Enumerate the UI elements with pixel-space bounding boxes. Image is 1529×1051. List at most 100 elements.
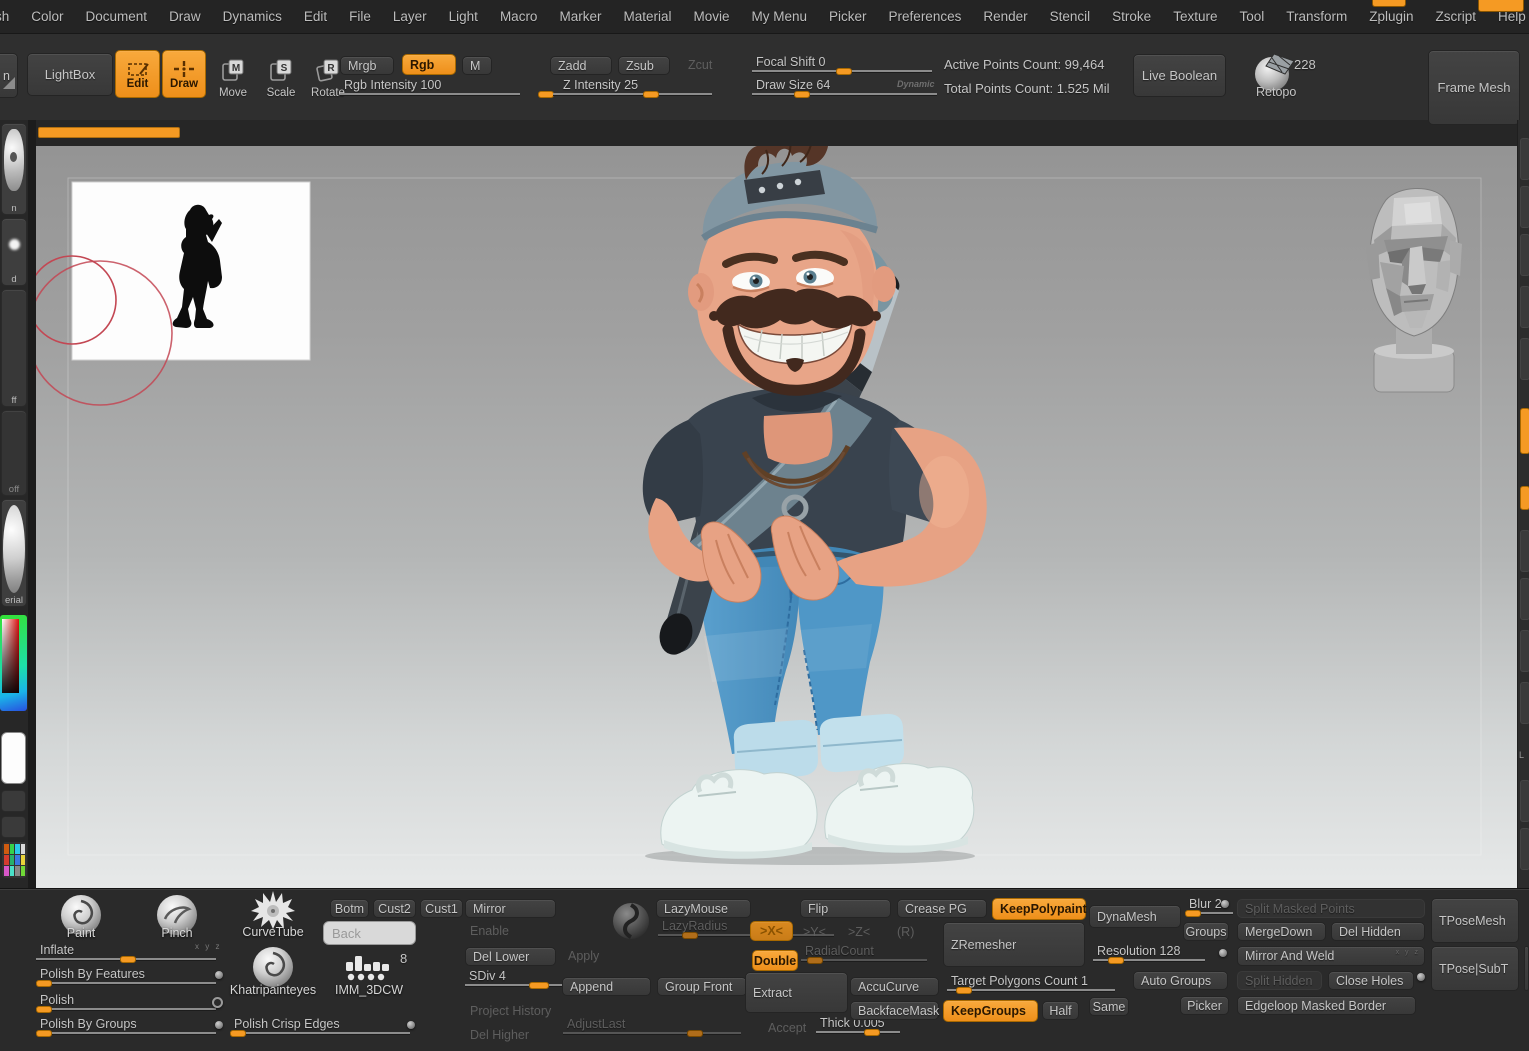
mergedown-button[interactable]: MergeDown (1237, 922, 1326, 941)
keepgroups-button[interactable]: KeepGroups (943, 1000, 1038, 1022)
apply-label[interactable]: Apply (568, 949, 599, 963)
append-button[interactable]: Append (562, 977, 651, 996)
cust1-button[interactable]: Cust1 (420, 899, 463, 918)
color-picker[interactable] (0, 615, 27, 711)
menu-item-transform[interactable]: Transform (1275, 0, 1358, 33)
right-tray-button[interactable] (1520, 828, 1529, 870)
frame-mesh-button[interactable]: Frame Mesh (1428, 50, 1520, 125)
scale-button[interactable]: S Scale (261, 58, 301, 99)
lightbox-button[interactable]: LightBox (27, 53, 113, 96)
blur-mode-dot[interactable] (1221, 900, 1229, 908)
lazymouse-button[interactable]: LazyMouse (656, 899, 751, 918)
polish-by-groups-slider[interactable]: Polish By Groups (36, 1017, 216, 1037)
slider-handle[interactable] (956, 987, 972, 994)
left-tray-button-1[interactable] (1, 790, 26, 812)
back-field[interactable]: Back (323, 921, 416, 945)
move-button[interactable]: M Move (213, 58, 253, 99)
close-holes-button[interactable]: Close Holes (1328, 971, 1414, 990)
left-tray-button-2[interactable] (1, 816, 26, 838)
menu-item-movie[interactable]: Movie (682, 0, 740, 33)
del-lower-button[interactable]: Del Lower (465, 947, 556, 966)
slider-handle[interactable] (1185, 910, 1201, 917)
menu-item-macro[interactable]: Macro (489, 0, 549, 33)
rgb-button[interactable]: Rgb (402, 54, 456, 75)
half-button[interactable]: Half (1042, 1001, 1079, 1020)
zsub-button[interactable]: Zsub (618, 56, 670, 75)
right-tray-active-button[interactable] (1520, 408, 1529, 454)
accept-button[interactable]: Accept (768, 1021, 806, 1035)
keeppolypaint-button[interactable]: KeepPolypaint (992, 898, 1086, 920)
menu-item-render[interactable]: Render (972, 0, 1038, 33)
alpha-selector[interactable]: ff (1, 289, 27, 407)
same-button[interactable]: Same (1089, 997, 1129, 1016)
enable-label[interactable]: Enable (470, 924, 509, 938)
y-symmetry-button[interactable]: >Y< (803, 925, 826, 939)
slider-handle[interactable] (836, 68, 852, 75)
menu-item-stroke[interactable]: Stroke (1101, 0, 1162, 33)
picker-button[interactable]: Picker (1180, 996, 1229, 1015)
del-higher-label[interactable]: Del Higher (470, 1028, 529, 1042)
menu-item-layer[interactable]: Layer (382, 0, 438, 33)
right-tray-button[interactable] (1520, 186, 1529, 228)
slider-handle[interactable] (864, 1029, 880, 1036)
split-masked-points-button[interactable]: Split Masked Points (1237, 899, 1425, 918)
right-tray-button[interactable] (1520, 234, 1529, 276)
edgeloop-masked-border-button[interactable]: Edgeloop Masked Border (1237, 996, 1416, 1015)
slider-handle[interactable] (687, 1030, 703, 1037)
groups-button[interactable]: Groups (1183, 922, 1229, 941)
right-tray-button[interactable] (1520, 780, 1529, 822)
extract-button[interactable]: Extract (745, 972, 848, 1013)
menu-item-edit[interactable]: Edit (293, 0, 338, 33)
menu-item-marker[interactable]: Marker (548, 0, 612, 33)
inflate-slider[interactable]: Inflate (36, 943, 216, 963)
right-tray-button[interactable] (1520, 578, 1529, 620)
polish-crisp-edges-mode-dot[interactable] (407, 1021, 415, 1029)
z-symmetry-button[interactable]: >Z< (848, 925, 870, 939)
split-hidden-button[interactable]: Split Hidden (1237, 971, 1322, 990)
slider-handle[interactable] (529, 982, 549, 989)
mirror-and-weld-button[interactable]: Mirror And Weld x y z (1237, 946, 1425, 966)
accucurve-button[interactable]: AccuCurve (850, 977, 939, 996)
slider-handle[interactable] (1108, 957, 1124, 964)
x-symmetry-button[interactable]: >X< (750, 921, 793, 941)
menu-item-draw[interactable]: Draw (158, 0, 212, 33)
polish-by-features-mode-dot[interactable] (215, 971, 223, 979)
del-hidden-button[interactable]: Del Hidden (1331, 922, 1425, 941)
menu-item-dynamics[interactable]: Dynamics (212, 0, 293, 33)
polish-by-features-slider[interactable]: Polish By Features (36, 967, 216, 987)
slider-handle[interactable] (36, 980, 52, 987)
slider-handle[interactable] (682, 932, 698, 939)
cut-button-fragment[interactable] (1524, 946, 1529, 991)
slider-handle[interactable] (36, 1030, 52, 1037)
backfacemask-button[interactable]: BackfaceMask (850, 1001, 939, 1020)
menu-item-picker[interactable]: Picker (818, 0, 878, 33)
radial-symmetry-button[interactable]: (R) (897, 925, 914, 939)
menu-item-preferences[interactable]: Preferences (878, 0, 973, 33)
polish-mode-ring[interactable] (212, 997, 223, 1008)
material-ball-button[interactable] (611, 901, 651, 946)
botm-button[interactable]: Botm (330, 899, 369, 918)
menu-item-sh[interactable]: sh (0, 0, 20, 33)
retopo-button[interactable]: 228 Retopo (1248, 50, 1320, 100)
sdiv-slider[interactable]: SDiv 4 (465, 969, 562, 989)
slider-handle[interactable] (807, 957, 823, 964)
close-holes-mode-dot[interactable] (1417, 973, 1425, 981)
live-boolean-button[interactable]: Live Boolean (1133, 54, 1226, 97)
menu-item-light[interactable]: Light (438, 0, 489, 33)
menu-item-my-menu[interactable]: My Menu (741, 0, 819, 33)
project-history-label[interactable]: Project History (470, 1004, 551, 1018)
polish-crisp-edges-slider[interactable]: Polish Crisp Edges (230, 1017, 410, 1037)
texture-selector[interactable]: off (1, 410, 27, 496)
stroke-selector[interactable]: d (1, 218, 27, 286)
slider-handle[interactable] (643, 91, 659, 98)
right-tray-button[interactable] (1520, 286, 1529, 328)
right-tray-button[interactable] (1520, 338, 1529, 380)
right-tray-button[interactable] (1520, 138, 1529, 180)
menu-item-file[interactable]: File (338, 0, 382, 33)
group-front-button[interactable]: Group Front (657, 977, 747, 996)
radialcount-slider[interactable]: RadialCount (801, 944, 927, 964)
draw-button[interactable]: Draw (162, 50, 206, 98)
dynamesh-button[interactable]: DynaMesh (1089, 905, 1181, 928)
right-tray-active-button-2[interactable] (1520, 486, 1529, 510)
mrgb-button[interactable]: Mrgb (340, 56, 394, 75)
